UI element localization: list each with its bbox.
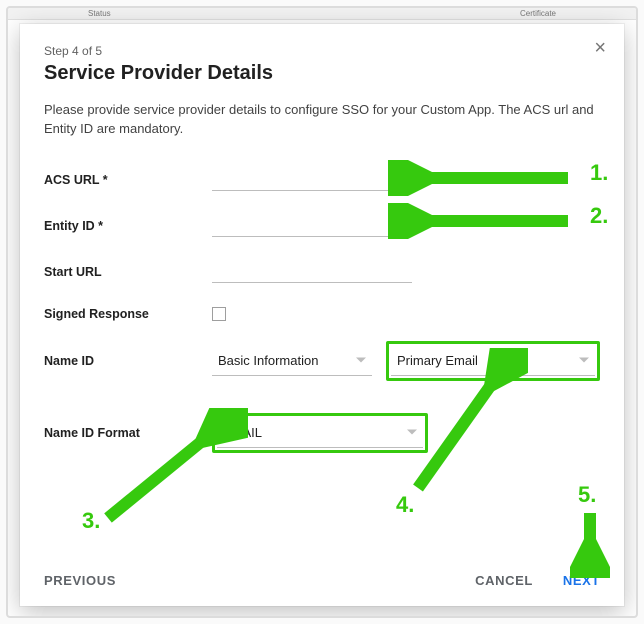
row-name-id-format: Name ID Format EMAIL — [44, 413, 600, 453]
name-id-format-select[interactable]: EMAIL — [217, 418, 423, 448]
previous-button[interactable]: PREVIOUS — [44, 573, 116, 588]
row-start-url: Start URL — [44, 259, 600, 285]
acs-url-input[interactable] — [212, 169, 412, 191]
row-signed-response: Signed Response — [44, 301, 600, 327]
signed-response-checkbox[interactable] — [212, 307, 226, 321]
label-name-id: Name ID — [44, 354, 212, 368]
next-button[interactable]: NEXT — [563, 573, 600, 588]
label-signed-response: Signed Response — [44, 307, 212, 321]
row-acs-url: ACS URL * — [44, 167, 600, 193]
row-name-id: Name ID Basic Information Primary Email — [44, 341, 600, 381]
close-icon[interactable]: × — [594, 38, 606, 58]
name-id-category-value: Basic Information — [218, 353, 318, 368]
step-indicator: Step 4 of 5 — [44, 44, 600, 58]
label-start-url: Start URL — [44, 265, 212, 279]
bg-col-cert: Certificate — [520, 9, 556, 18]
label-acs-url: ACS URL * — [44, 173, 212, 187]
cancel-button[interactable]: CANCEL — [475, 573, 533, 588]
label-entity-id: Entity ID * — [44, 219, 212, 233]
name-id-attribute-value: Primary Email — [397, 353, 478, 368]
chevron-down-icon — [356, 358, 366, 363]
name-id-format-value: EMAIL — [223, 425, 262, 440]
form: ACS URL * Entity ID * Start URL Signed R… — [44, 167, 600, 453]
highlight-primary-email: Primary Email — [386, 341, 600, 381]
name-id-category-select[interactable]: Basic Information — [212, 346, 372, 376]
name-id-attribute-select[interactable]: Primary Email — [391, 346, 595, 376]
label-name-id-format: Name ID Format — [44, 426, 212, 440]
start-url-input[interactable] — [212, 261, 412, 283]
chevron-down-icon — [579, 358, 589, 363]
modal-title: Service Provider Details — [44, 62, 600, 85]
chevron-down-icon — [407, 430, 417, 435]
bg-col-status: Status — [88, 9, 111, 18]
row-entity-id: Entity ID * — [44, 213, 600, 239]
background-page-header: Status Certificate — [8, 8, 636, 20]
highlight-name-id-format: EMAIL — [212, 413, 428, 453]
entity-id-input[interactable] — [212, 215, 412, 237]
outer-frame: Status Certificate × Step 4 of 5 Service… — [6, 6, 638, 618]
sp-details-modal: × Step 4 of 5 Service Provider Details P… — [20, 24, 624, 606]
modal-footer: PREVIOUS CANCEL NEXT — [44, 573, 600, 588]
modal-description: Please provide service provider details … — [44, 101, 600, 139]
